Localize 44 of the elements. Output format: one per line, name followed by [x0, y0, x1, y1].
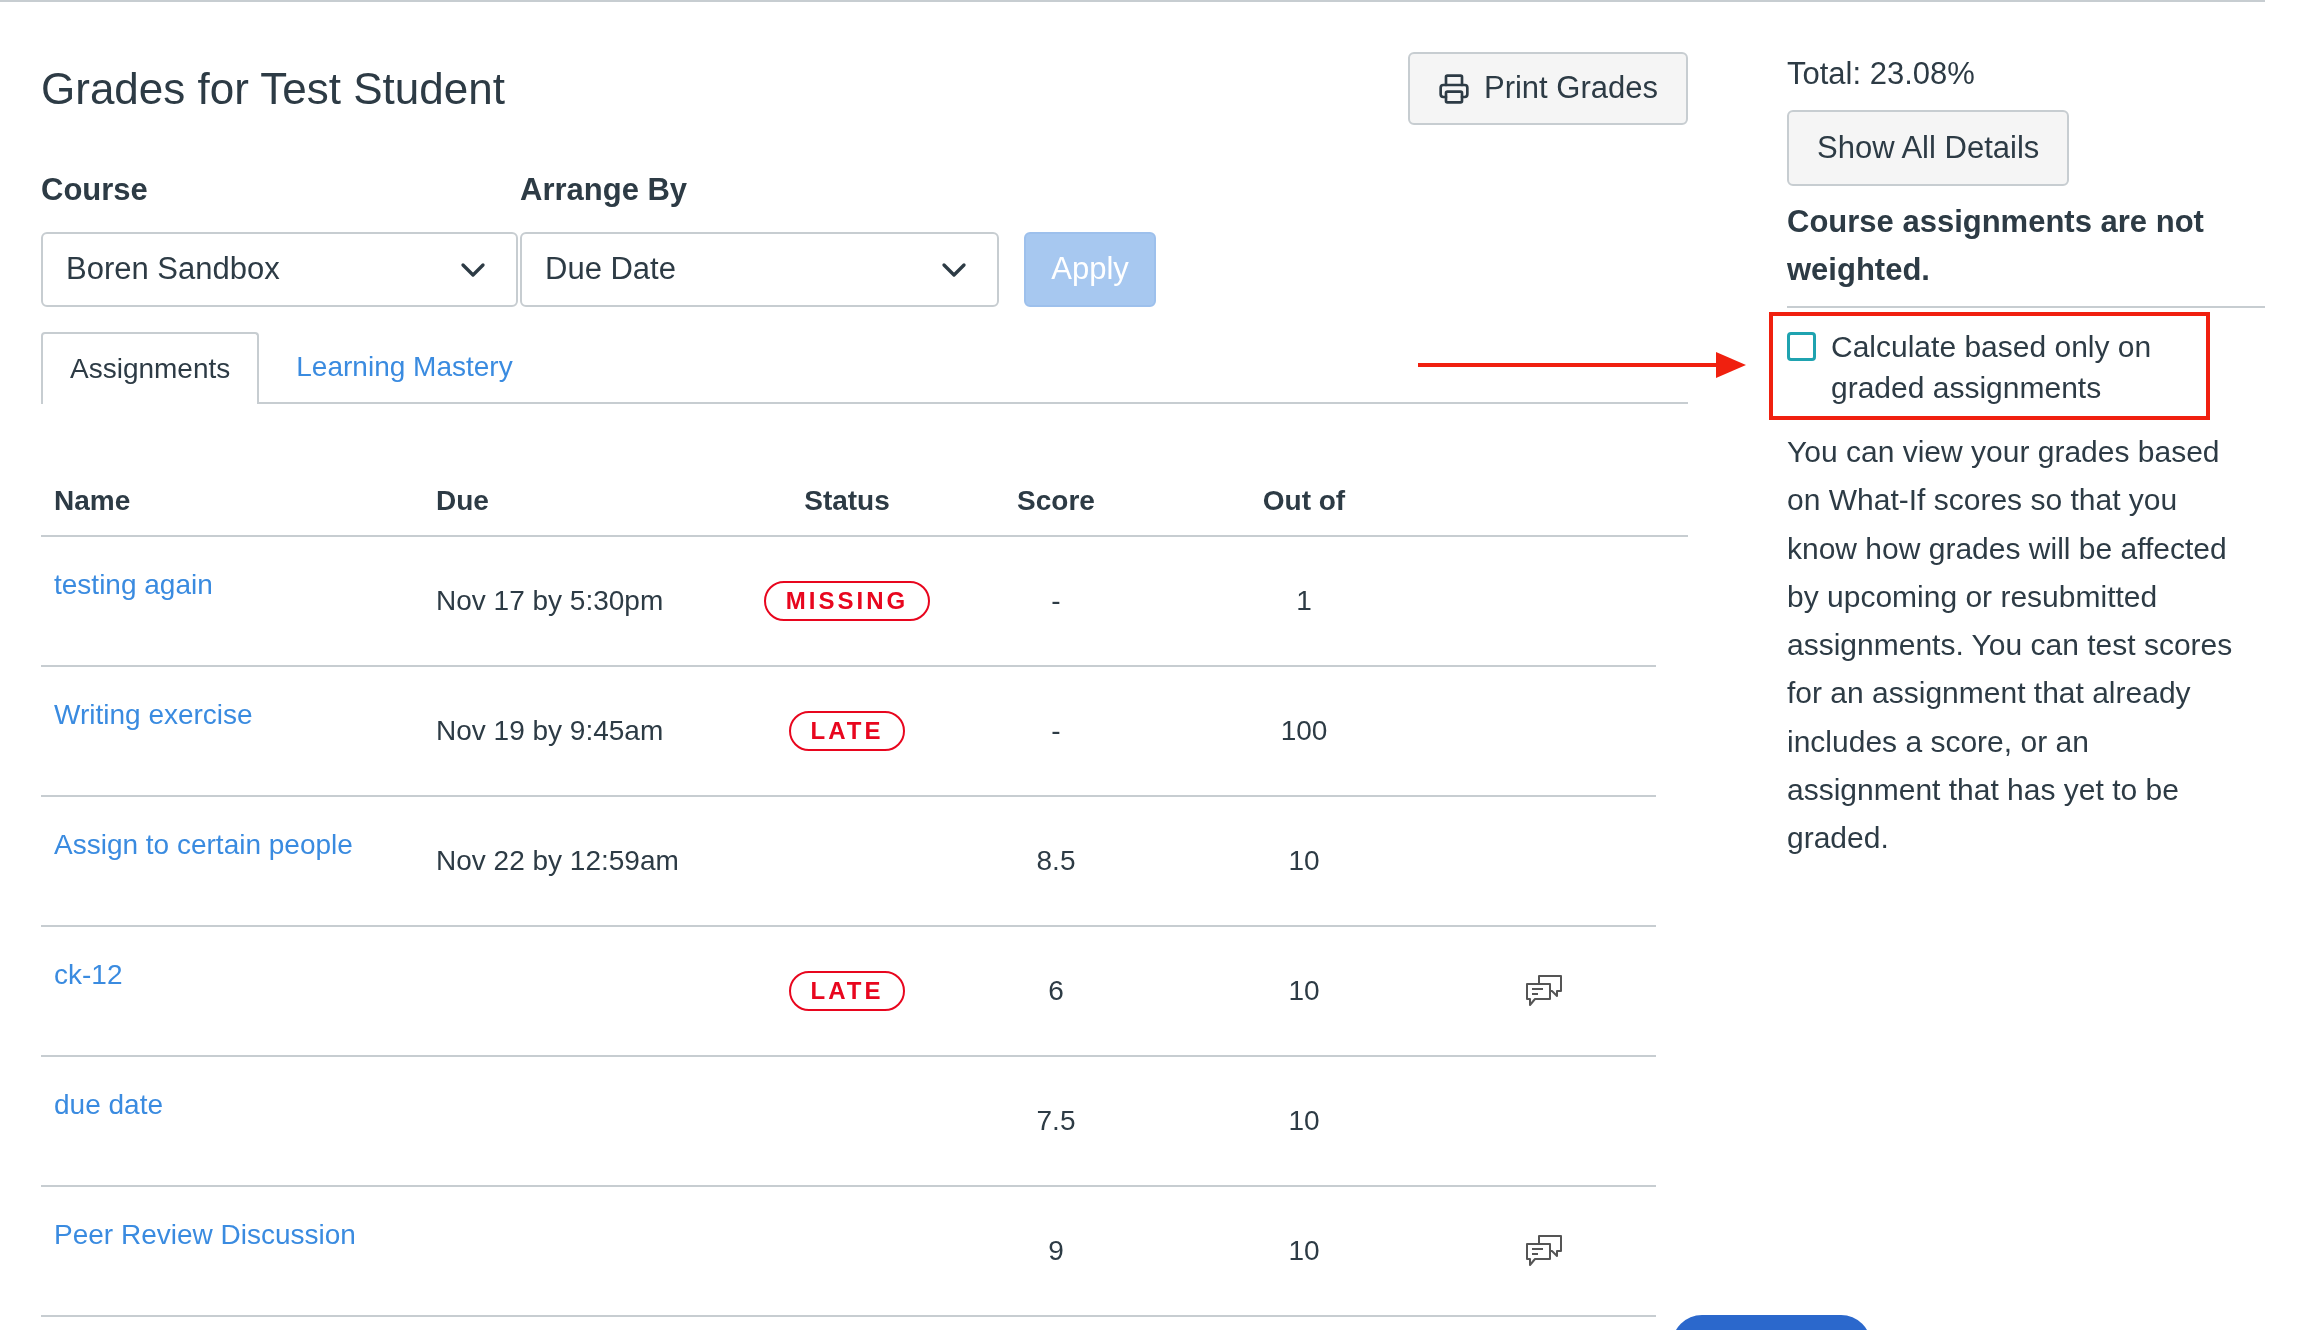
out-of-text: 10 [1288, 844, 1320, 878]
score-text: 8.5 [1036, 844, 1076, 878]
due-date-text: Nov 17 by 5:30pm [436, 584, 664, 618]
status-badge: LATE [788, 711, 906, 751]
total-text: Total: 23.08% [1787, 55, 1976, 93]
score-text: 6 [1048, 974, 1064, 1008]
weighting-note: Course assignments are not weighted. [1787, 203, 2205, 289]
assignment-link[interactable]: testing again [54, 569, 213, 600]
column-header: Out of [1262, 484, 1346, 518]
status-badge: LATE [788, 971, 906, 1011]
score-text: - [1051, 584, 1061, 618]
out-of-text: 100 [1280, 714, 1328, 748]
out-of-text: 10 [1288, 974, 1320, 1008]
out-of-text: 1 [1296, 584, 1312, 618]
column-header: Score [1017, 484, 1095, 518]
what-if-note: You can view your grades based on What-If scores so that you know how grades will be affected by upcoming or resubmitted assignments. You can test scores for an assignment that already includes a score, or an assignment that has yet to be graded. [1787, 434, 2234, 857]
due-date-text: Nov 19 by 9:45am [436, 714, 664, 748]
arrange-by-select[interactable]: Due Date [520, 232, 999, 307]
arrange-by-label: Arrange By [520, 171, 689, 209]
show-all-details-button[interactable]: Show All Details [1787, 110, 2070, 186]
page-title: Grades for Test Student [41, 62, 505, 115]
score-text: 9 [1048, 1234, 1064, 1268]
assignment-link[interactable]: due date [54, 1089, 163, 1120]
assignment-link[interactable]: Peer Review Discussion [54, 1219, 356, 1250]
score-text: - [1051, 714, 1061, 748]
tab[interactable]: Learning Mastery [259, 332, 550, 404]
out-of-text: 10 [1288, 1234, 1320, 1268]
printer-icon [1438, 72, 1470, 105]
column-header: Due [436, 485, 489, 516]
due-date-text: Nov 22 by 12:59am [436, 844, 679, 878]
course-label: Course [41, 171, 149, 209]
assignment-link[interactable]: ck-12 [54, 959, 123, 990]
assignment-link[interactable]: Assign to certain people [54, 829, 353, 860]
tab[interactable]: Assignments [41, 332, 260, 404]
print-grades-button[interactable]: Print Grades [1408, 52, 1688, 125]
checkbox[interactable] [1787, 332, 1816, 361]
checkbox-label[interactable]: Calculate based only on graded assignments [1831, 326, 2206, 408]
column-header: Name [54, 485, 131, 516]
status-badge: MISSING [763, 581, 931, 621]
score-text: 7.5 [1036, 1104, 1076, 1138]
course-select[interactable]: Boren Sandbox [41, 232, 518, 307]
out-of-text: 10 [1288, 1104, 1320, 1138]
assignment-link[interactable]: Writing exercise [54, 699, 253, 730]
column-header: Status [804, 484, 890, 518]
